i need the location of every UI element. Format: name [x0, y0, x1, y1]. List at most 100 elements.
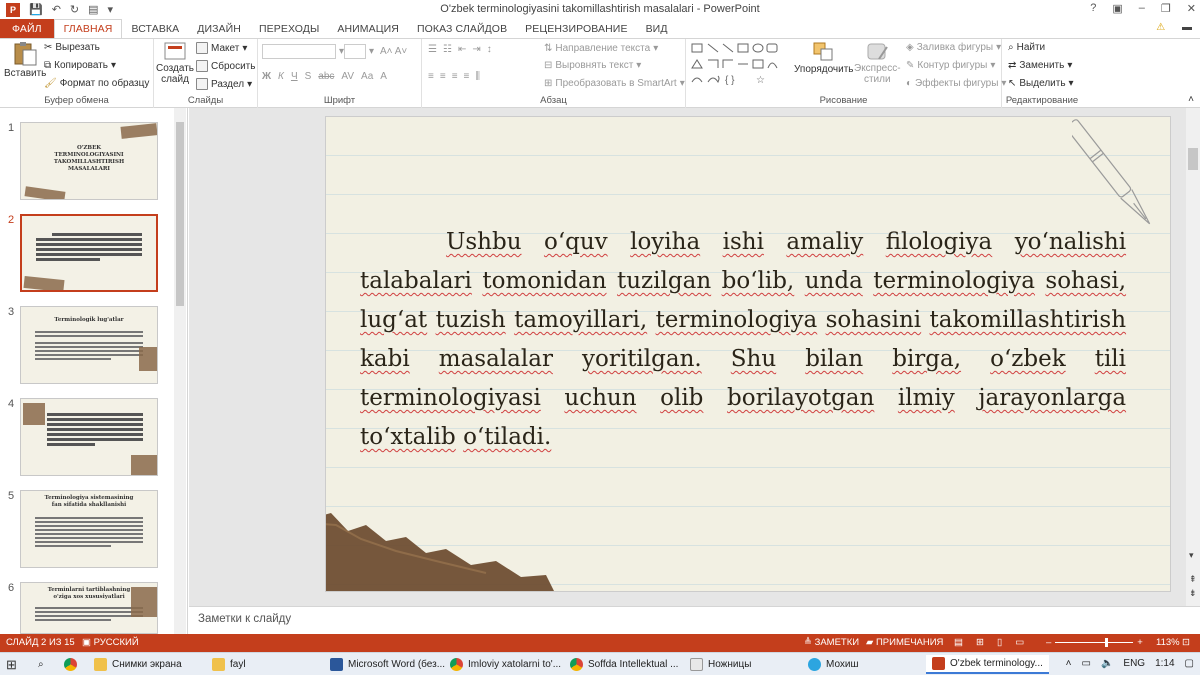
notes-toggle-button[interactable]: ≜ ЗАМЕТКИ	[804, 637, 859, 648]
align-text-button[interactable]: ⊟ Выровнять текст ▾	[544, 60, 641, 71]
current-slide[interactable]: Ushbu o‘quv loyiha ishi amaliy filologiy…	[325, 116, 1171, 592]
redo-icon[interactable]: ↻	[70, 3, 79, 16]
section-button[interactable]: Раздел ▾	[196, 78, 252, 90]
find-button[interactable]: ⌕ Найти	[1008, 42, 1045, 53]
save-icon[interactable]: 💾	[29, 3, 43, 16]
reading-view-icon[interactable]: ▯	[997, 637, 1002, 648]
select-button[interactable]: ↖ Выделить ▾	[1008, 78, 1074, 89]
italic-button[interactable]: К	[278, 71, 284, 82]
align-left-icon[interactable]: ≡	[428, 71, 434, 82]
columns-icon[interactable]: ⫼	[475, 71, 480, 82]
taskbar-item-telegram[interactable]: Мохиш	[808, 655, 859, 674]
taskbar-item-fayl[interactable]: fayl	[212, 655, 246, 674]
shadow-button[interactable]: S	[305, 71, 312, 82]
tab-transitions[interactable]: ПЕРЕХОДЫ	[250, 19, 328, 38]
align-center-icon[interactable]: ≡	[440, 71, 446, 82]
minimize-button[interactable]: –	[1139, 2, 1145, 15]
tab-insert[interactable]: ВСТАВКА	[122, 19, 188, 38]
slide-body-text[interactable]: Ushbu o‘quv loyiha ishi amaliy filologiy…	[360, 223, 1126, 457]
taskbar-item-chrome-2[interactable]: Soffda Intellektual ...	[570, 655, 678, 674]
start-button[interactable]: ⊞	[6, 655, 17, 674]
slide-thumbnail-1[interactable]: O'ZBEK TERMINOLOGIYASINI TAKOMILLASHTIRI…	[20, 122, 158, 200]
justify-icon[interactable]: ≡	[464, 71, 470, 82]
underline-button[interactable]: Ч	[291, 71, 298, 82]
slide-thumbnail-4[interactable]	[20, 398, 158, 476]
font-color-icon[interactable]: A	[380, 71, 387, 82]
slide-thumbnail-5[interactable]: Terminologiya sistemasining fan sifatida…	[20, 490, 158, 568]
text-direction-button[interactable]: ⇅ Направление текста ▾	[544, 43, 658, 54]
strikethrough-button[interactable]: abc	[318, 71, 334, 82]
layout-button[interactable]: Макет ▾	[196, 42, 247, 54]
notifications-icon[interactable]: ▢	[1185, 658, 1194, 669]
taskbar-item-screenshots[interactable]: Снимки экрана	[94, 655, 182, 674]
tab-review[interactable]: РЕЦЕНЗИРОВАНИЕ	[516, 19, 636, 38]
account-icon[interactable]: ▬	[1182, 22, 1192, 33]
zoom-in-icon[interactable]: +	[1137, 637, 1143, 648]
slideshow-view-icon[interactable]: ▭	[1015, 637, 1024, 648]
zoom-out-icon[interactable]: –	[1046, 637, 1051, 648]
scrollbar-thumb[interactable]	[1188, 148, 1198, 170]
scrollbar-thumb[interactable]	[176, 122, 184, 306]
copy-button[interactable]: ⧉ Копировать ▾	[44, 60, 116, 71]
tab-file[interactable]: ФАЙЛ	[0, 19, 54, 38]
clock[interactable]: 1:14	[1155, 658, 1174, 669]
quick-styles-button[interactable]: Экспресс- стили	[854, 41, 901, 85]
language-indicator[interactable]: ▣ РУССКИЙ	[82, 637, 139, 648]
replace-button[interactable]: ⇄ Заменить ▾	[1008, 60, 1072, 71]
comments-toggle-button[interactable]: ▰ ПРИМЕЧАНИЯ	[866, 637, 943, 648]
network-icon[interactable]: ▭	[1082, 658, 1091, 669]
previous-slide-icon[interactable]: ⇞	[1189, 574, 1197, 585]
keyboard-language[interactable]: ENG	[1123, 658, 1145, 669]
chrome-taskbar-icon[interactable]	[64, 655, 77, 674]
shape-outline-button[interactable]: ✎ Контур фигуры ▾	[906, 60, 995, 71]
increase-indent-icon[interactable]: ⇥	[472, 44, 480, 55]
tab-home[interactable]: ГЛАВНАЯ	[53, 19, 123, 38]
shape-effects-button[interactable]: ◐ Эффекты фигуры ▾	[906, 78, 1006, 89]
volume-icon[interactable]: 🔈	[1101, 658, 1113, 669]
taskbar-item-chrome-1[interactable]: Imloviy xatolarni to'...	[450, 655, 561, 674]
taskbar-item-snipping[interactable]: Ножницы	[690, 655, 751, 674]
font-name-input[interactable]: ▾	[262, 44, 344, 59]
undo-icon[interactable]: ↶	[52, 3, 61, 16]
bold-button[interactable]: Ж	[262, 71, 271, 82]
shapes-gallery[interactable]: { } ☆	[690, 42, 786, 88]
arrange-button[interactable]: Упорядочить	[794, 41, 854, 75]
normal-view-icon[interactable]: ▤	[954, 637, 963, 648]
next-slide-icon[interactable]: ⇟	[1189, 588, 1197, 599]
cut-button[interactable]: ✂ Вырезать	[44, 42, 100, 53]
slide-thumbnail-3[interactable]: Terminologik lug'atlar	[20, 306, 158, 384]
canvas-scrollbar[interactable]: ▾ ⇞ ⇟	[1186, 108, 1200, 606]
zoom-slider-handle[interactable]	[1105, 638, 1109, 647]
convert-smartart-button[interactable]: ⊞ Преобразовать в SmartArt ▾	[544, 78, 685, 89]
help-button[interactable]: ?	[1090, 2, 1096, 15]
slide-thumbnail-2[interactable]	[20, 214, 158, 292]
tab-slideshow[interactable]: ПОКАЗ СЛАЙДОВ	[408, 19, 516, 38]
numbering-icon[interactable]: ☷	[443, 44, 452, 55]
chevron-up-icon[interactable]: ˄	[1066, 658, 1072, 669]
format-painter-button[interactable]: 🖌 Формат по образцу	[44, 78, 149, 89]
bullets-icon[interactable]: ☰	[428, 44, 437, 55]
line-spacing-icon[interactable]: ↕	[487, 44, 492, 55]
font-size-input[interactable]: ▾	[344, 44, 374, 59]
slide-sorter-icon[interactable]: ⊞	[976, 637, 984, 648]
customize-qat-icon[interactable]: ▾	[108, 3, 114, 16]
search-icon[interactable]: ⌕	[38, 655, 44, 674]
start-slideshow-icon[interactable]: ▤	[88, 3, 98, 16]
align-right-icon[interactable]: ≡	[452, 71, 458, 82]
collapse-ribbon-icon[interactable]: ˄	[1188, 94, 1194, 105]
change-case-button[interactable]: Aa	[361, 71, 373, 82]
fit-to-window-icon[interactable]: ⊡	[1182, 637, 1190, 648]
close-button[interactable]: ✕	[1187, 2, 1196, 15]
notes-pane[interactable]: Заметки к слайду	[189, 606, 1200, 634]
taskbar-item-word[interactable]: Microsoft Word (без...	[330, 655, 445, 674]
tab-view[interactable]: ВИД	[637, 19, 677, 38]
tab-design[interactable]: ДИЗАЙН	[188, 19, 250, 38]
zoom-level[interactable]: 113%	[1156, 637, 1180, 648]
thumbnails-scrollbar[interactable]	[174, 108, 186, 634]
font-grow-shrink[interactable]: A˄ A˅	[380, 46, 407, 57]
scroll-down-icon[interactable]: ▾	[1189, 550, 1194, 561]
slide-thumbnail-6[interactable]: Terminlarni tartiblashning o'ziga xos xu…	[20, 582, 158, 634]
warning-icon[interactable]: ⚠	[1156, 22, 1165, 33]
ribbon-display-button[interactable]: ▣	[1112, 2, 1122, 15]
new-slide-button[interactable]: Создать слайд	[156, 41, 194, 85]
